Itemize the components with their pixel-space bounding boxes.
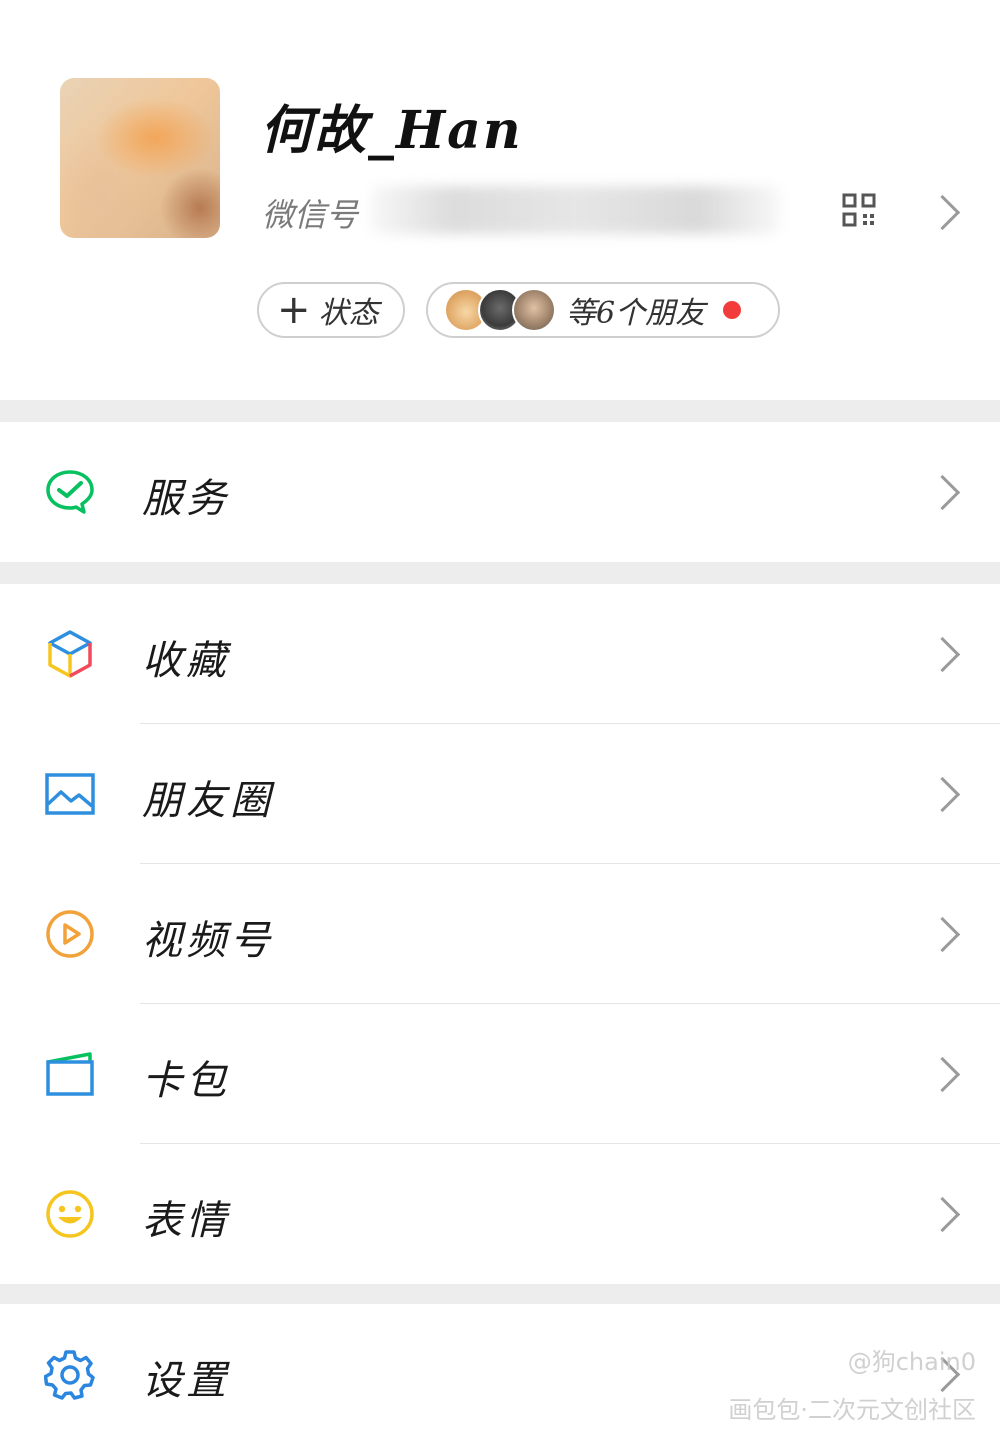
profile-chevron-right-icon[interactable] [924,194,961,231]
menu-label-services: 服务 [142,476,230,522]
unread-dot [723,301,742,319]
profile-avatar[interactable] [60,78,220,238]
wallet-icon [46,1052,94,1096]
menu-item-favorites[interactable]: 收藏 [0,584,1000,724]
smiley-icon [46,1190,94,1238]
gear-icon [44,1350,95,1400]
profile-header[interactable]: 何故_Han 微信号 + 状态 等6个朋友 [0,0,1000,400]
menu-item-services[interactable]: 服务 [0,422,1000,562]
chevron-right-icon [924,916,961,953]
wechat-id-redacted [370,186,780,234]
section-separator [0,400,1000,422]
menu-label-settings: 设置 [142,1358,230,1404]
menu-item-moments[interactable]: 朋友圈 [0,724,1000,864]
menu-label-cards: 卡包 [142,1058,230,1104]
menu-label-channels: 视频号 [142,918,274,964]
cube-icon [48,630,92,678]
profile-nickname: 何故_Han [260,100,523,161]
menu-item-cards[interactable]: 卡包 [0,1004,1000,1144]
chevron-right-icon [924,1196,961,1233]
chevron-right-icon [924,636,961,673]
chevron-right-icon [924,474,961,511]
status-button[interactable]: + 状态 [257,282,405,338]
status-button-label: 状态 [318,296,379,331]
wechat-id-label: 微信号 [262,196,359,234]
image-icon [45,773,95,815]
menu-label-moments: 朋友圈 [142,778,274,824]
menu-item-stickers[interactable]: 表情 [0,1144,1000,1284]
menu-label-stickers: 表情 [142,1198,230,1244]
play-circle-icon [46,910,94,958]
chevron-right-icon [924,1056,961,1093]
friends-status-label: 等6个朋友 [566,296,706,331]
menu-item-channels[interactable]: 视频号 [0,864,1000,1004]
section-separator [0,562,1000,584]
watermark-author: @狗chain0 [847,1348,976,1376]
menu-label-favorites: 收藏 [142,638,230,684]
watermark-site: 画包包·二次元文创社区 [728,1396,976,1424]
qr-code-icon[interactable] [842,193,876,227]
friend-avatar [512,288,556,332]
plus-icon: + [277,287,311,333]
friends-status-button[interactable]: 等6个朋友 [426,282,780,338]
wechat-pay-check-icon [46,470,94,514]
chevron-right-icon [924,776,961,813]
section-separator [0,1284,1000,1304]
